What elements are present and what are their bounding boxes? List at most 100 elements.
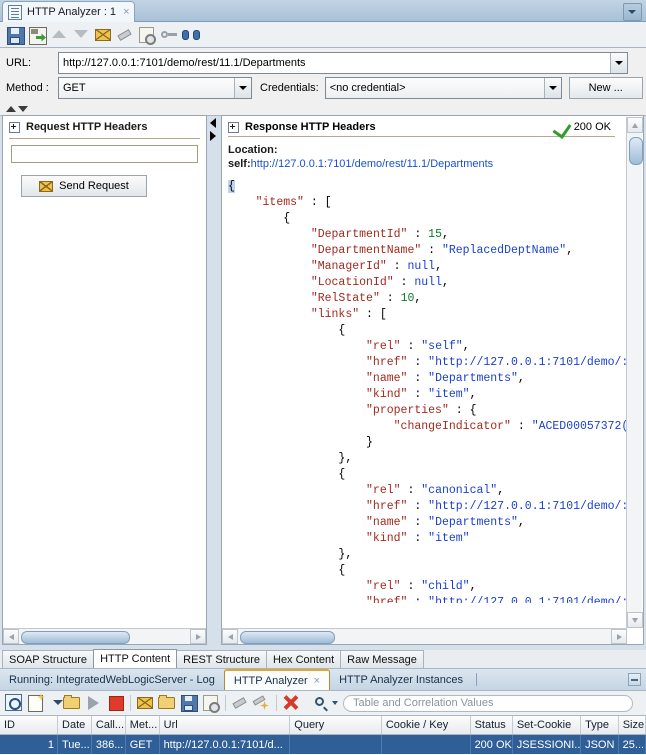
table-column-header[interactable]: Call... [92, 716, 126, 734]
send-request-button[interactable]: Send Request [21, 175, 147, 197]
table-cell: 1 [0, 735, 58, 754]
table-cell: 200 OK [471, 735, 513, 754]
table-column-header[interactable]: Status [471, 716, 513, 734]
table-column-header[interactable]: Size [619, 716, 646, 734]
json-token: { [338, 564, 346, 577]
minimize-button[interactable] [628, 673, 641, 686]
scroll-right-icon[interactable] [190, 629, 206, 644]
collapse-down-icon[interactable] [18, 106, 28, 112]
search-input[interactable]: Table and Correlation Values [343, 694, 633, 712]
credentials-select[interactable]: <no credential> [324, 77, 562, 99]
json-line: "DepartmentName" : "ReplacedDeptName", [228, 243, 643, 259]
window-tab-http-analyzer[interactable]: HTTP Analyzer : 1 × [2, 1, 135, 22]
content-tab-raw-message[interactable]: Raw Message [340, 650, 424, 668]
log-tab-http-analyzer[interactable]: HTTP Analyzer × [223, 669, 331, 690]
log-tab-separator [476, 673, 477, 686]
url-label: URL: [6, 57, 32, 69]
toolbar-separator [225, 695, 226, 711]
table-column-header[interactable]: Query [290, 716, 382, 734]
save-icon [181, 695, 198, 712]
inspect-message-button[interactable] [200, 692, 222, 714]
url-dropdown-icon[interactable] [610, 53, 627, 73]
request-headers-section[interactable]: Request HTTP Headers [3, 116, 206, 136]
scroll-up-icon[interactable] [627, 117, 643, 133]
hscroll-thumb[interactable] [240, 631, 335, 644]
table-column-header[interactable]: Set-Cookie [513, 716, 582, 734]
content-tab-rest-structure[interactable]: REST Structure [176, 650, 267, 668]
content-tab-soap-structure[interactable]: SOAP Structure [2, 650, 95, 668]
new-credential-button[interactable]: New ... [568, 77, 643, 99]
inspect-icon [203, 695, 220, 713]
new-instance-button[interactable] [25, 692, 47, 714]
table-column-header[interactable]: Cookie / Key [382, 716, 471, 734]
collapse-right-icon[interactable] [210, 131, 216, 141]
collapse-up-icon[interactable] [6, 106, 16, 112]
credentials-button[interactable] [158, 24, 180, 46]
previous-button[interactable] [48, 24, 70, 46]
response-headers-section[interactable]: Response HTTP Headers 200 OK [222, 116, 643, 135]
edit-button[interactable] [114, 24, 136, 46]
search-dropdown-icon[interactable] [332, 701, 338, 705]
response-body-json[interactable]: { "items" : [ { "DepartmentId" : 15, "De… [222, 171, 643, 603]
send-message-button[interactable] [134, 692, 156, 714]
pane-collapse-controls[interactable] [209, 117, 219, 145]
log-tab-http-analyzer-instances[interactable]: HTTP Analyzer Instances [330, 669, 472, 690]
url-input[interactable]: http://127.0.0.1:7101/demo/rest/11.1/Dep… [58, 52, 628, 74]
send-request-toolbar-button[interactable] [92, 24, 114, 46]
json-line: "rel" : "child", [228, 579, 643, 595]
content-tab-hex-content[interactable]: Hex Content [266, 650, 342, 668]
stop-button[interactable] [105, 692, 127, 714]
close-icon[interactable]: × [314, 675, 320, 687]
save-all-button[interactable] [26, 24, 48, 46]
json-token: : [407, 356, 429, 369]
delete-button[interactable] [280, 692, 302, 714]
find-selection-button[interactable] [3, 692, 25, 714]
plus-box-icon[interactable] [9, 121, 20, 133]
method-select[interactable]: GET [58, 77, 252, 99]
open-log-button[interactable] [156, 692, 178, 714]
vscroll-thumb[interactable] [629, 137, 643, 165]
table-column-header[interactable]: Met... [126, 716, 160, 734]
scroll-left-icon[interactable] [3, 629, 19, 644]
table-body: 1 Tue... 386... GET http://127.0.0.1:7101/d.… [0, 735, 646, 754]
table-column-header[interactable]: Type [581, 716, 619, 734]
json-token: "name" [366, 516, 408, 529]
hscroll-thumb[interactable] [21, 631, 130, 644]
content-tab-http-content[interactable]: HTTP Content [93, 649, 178, 668]
json-token: , [517, 516, 525, 529]
self-url-link[interactable]: http://127.0.0.1:7101/demo/rest/11.1/Dep… [251, 158, 494, 170]
inspect-button[interactable] [136, 24, 158, 46]
collapse-left-icon[interactable] [210, 118, 216, 128]
response-hscrollbar[interactable] [222, 628, 627, 644]
table-column-header[interactable]: Url [160, 716, 291, 734]
next-button[interactable] [70, 24, 92, 46]
scroll-right-icon[interactable] [611, 629, 627, 644]
method-dropdown-icon[interactable] [234, 78, 251, 98]
log-tab-running-integratedweblogicserver-log[interactable]: Running: IntegratedWebLogicServer - Log [0, 669, 224, 690]
clear-all-button[interactable] [251, 692, 273, 714]
close-icon[interactable]: × [123, 6, 129, 18]
save-button[interactable] [4, 24, 26, 46]
response-vscrollbar[interactable] [626, 117, 643, 628]
plus-box-icon[interactable] [228, 121, 239, 133]
json-line: "kind" : "item", [228, 387, 643, 403]
new-instance-dropdown[interactable] [47, 692, 63, 714]
json-token: , [517, 372, 525, 385]
magnifier-icon[interactable] [314, 696, 329, 711]
table-column-header[interactable]: ID [0, 716, 59, 734]
request-header-input[interactable] [11, 145, 198, 163]
edit-message-button[interactable] [229, 692, 251, 714]
request-hscrollbar[interactable] [3, 628, 206, 644]
chevron-down-icon[interactable] [623, 3, 642, 21]
table-column-header[interactable]: Date [58, 716, 92, 734]
json-token: : [ [359, 308, 387, 321]
open-button[interactable] [61, 692, 83, 714]
table-row[interactable]: 1 Tue... 386... GET http://127.0.0.1:7101/d.… [0, 735, 646, 754]
start-button[interactable] [83, 692, 105, 714]
save-log-button[interactable] [178, 692, 200, 714]
scroll-down-icon[interactable] [627, 612, 643, 628]
json-line: { [228, 323, 643, 339]
credentials-dropdown-icon[interactable] [543, 78, 561, 98]
scroll-left-icon[interactable] [222, 629, 238, 644]
find-button[interactable] [180, 24, 202, 46]
